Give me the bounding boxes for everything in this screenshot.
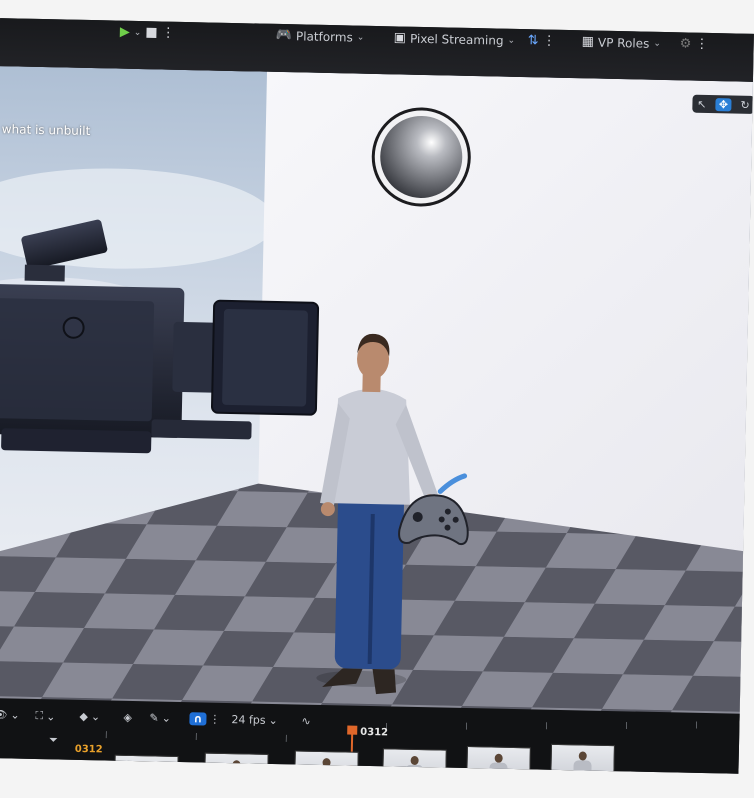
shot-thumbnail (550, 743, 615, 774)
chevron-down-icon: ⌄ (356, 32, 365, 43)
settings-icon[interactable]: ⚙ (680, 36, 692, 51)
viewport-scene (0, 66, 754, 722)
shot-thumbnail (203, 752, 269, 774)
play-icon[interactable]: ▶ (120, 25, 130, 40)
select-icon[interactable]: ↖ (697, 97, 706, 110)
current-frame-label: 0312 (360, 726, 389, 739)
pixel-streaming-menu[interactable]: ▣ Pixel Streaming ⌄ (394, 30, 516, 48)
pixel-streaming-label: Pixel Streaming (409, 31, 504, 48)
shot-thumbnails-track[interactable] (113, 741, 754, 774)
play-controls[interactable]: ▶ ⌄ ■ ⋮ (120, 25, 175, 41)
more-options-icon[interactable]: ⋮ (695, 37, 708, 52)
unbuilt-lighting-message: what is unbuilt (1, 122, 91, 139)
more-options-icon[interactable]: ⋮ (542, 33, 555, 48)
filter-icon[interactable]: ⏷ (49, 733, 58, 747)
chevron-down-icon[interactable]: ⌄ (134, 27, 142, 37)
eye-icon[interactable]: 👁 (0, 708, 8, 721)
toolbar-extras[interactable]: ⇅ ⋮ (528, 33, 556, 49)
vp-roles-label: VP Roles (597, 35, 650, 51)
transform-gizmo-toolbar: ↖ ✥ ↻ (692, 94, 754, 114)
current-frame-field[interactable]: 0312 (75, 744, 103, 756)
rotate-icon[interactable]: ↻ (740, 98, 749, 111)
stream-icon: ▣ (393, 30, 407, 46)
gamepad-icon: 🎮 (275, 27, 293, 44)
translate-icon[interactable]: ✥ (715, 97, 732, 111)
vp-roles-menu[interactable]: ▦ VP Roles ⌄ (582, 34, 662, 51)
camera-icon[interactable]: ⛶ (35, 709, 43, 723)
chevron-down-icon: ⌄ (653, 38, 662, 49)
platforms-label: Platforms (295, 28, 353, 44)
sort-icon[interactable]: ⇅ (528, 33, 539, 48)
platforms-menu[interactable]: 🎮 Platforms ⌄ (276, 28, 365, 45)
reflection-capture-icon[interactable] (371, 107, 471, 207)
shot-thumbnail (293, 750, 359, 774)
filter-button[interactable]: ⏷ (49, 733, 58, 747)
vp-roles-icon: ▦ (581, 34, 595, 50)
photo: ▶ ⌄ ■ ⋮ 🎮 Platforms ⌄ ▣ Pixel Streaming … (0, 0, 754, 798)
more-options-icon[interactable]: ⋮ (161, 25, 174, 40)
chevron-down-icon: ⌄ (507, 35, 516, 46)
stop-icon[interactable]: ■ (145, 25, 158, 40)
shot-thumbnail (466, 746, 531, 774)
editor-screen: ▶ ⌄ ■ ⋮ 🎮 Platforms ⌄ ▣ Pixel Streaming … (0, 18, 754, 774)
shot-thumbnail (113, 754, 179, 774)
level-viewport[interactable]: what is unbuilt ↖ ✥ ↻ (0, 66, 754, 722)
shot-thumbnail (382, 748, 447, 774)
view-options[interactable]: 👁 ⌄ (0, 708, 20, 722)
chevron-down-icon[interactable]: ⌄ (10, 708, 19, 721)
toolbar-right[interactable]: ⚙ ⋮ (680, 36, 709, 52)
